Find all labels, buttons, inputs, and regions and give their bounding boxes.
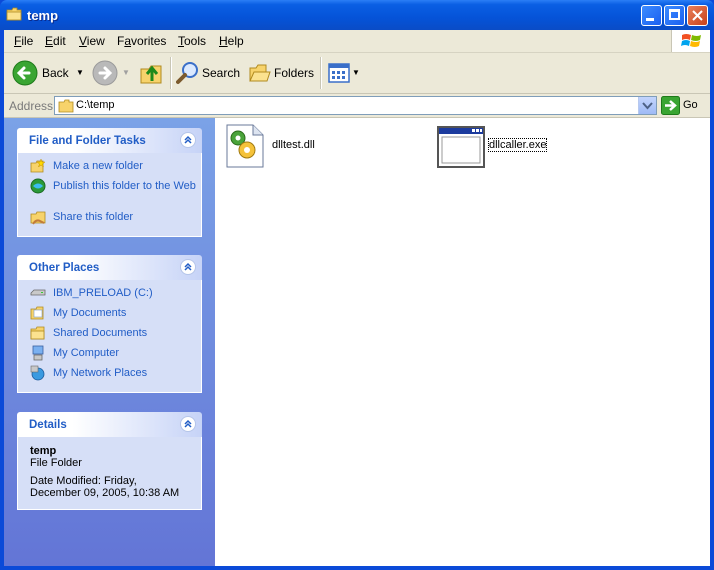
menu-bar: File Edit View Favorites Tools Help xyxy=(4,30,710,53)
file-name: dllcaller.exe xyxy=(487,138,548,152)
windows-flag-icon xyxy=(681,34,701,47)
toolbar-separator xyxy=(170,57,172,89)
chevron-up-icon xyxy=(184,135,192,144)
back-dropdown-icon[interactable]: ▼ xyxy=(76,68,84,77)
maximize-icon xyxy=(669,9,680,20)
search-label: Search xyxy=(202,66,241,80)
details-panel: Details temp File Folder Date Modified: … xyxy=(17,412,202,510)
minimize-button[interactable] xyxy=(641,5,662,26)
title-bar[interactable]: temp xyxy=(0,0,714,30)
go-button[interactable]: Go xyxy=(661,96,706,115)
explorer-window: temp File Edit View Favorites Tools Help xyxy=(0,0,714,570)
panel-body: Make a new folder Publish this folder to… xyxy=(17,153,202,237)
address-label: Address xyxy=(9,99,54,113)
other-places-panel: Other Places IBM_PRELOAD (C:) My Documen… xyxy=(17,255,202,393)
menu-favorites[interactable]: Favorites xyxy=(117,34,166,48)
my-documents-icon xyxy=(30,306,44,320)
exe-file-icon xyxy=(437,126,485,168)
file-list[interactable]: dlltest.dll dllcaller.exe xyxy=(215,118,710,566)
place-my-computer[interactable]: My Computer xyxy=(18,345,201,366)
close-icon xyxy=(692,10,703,21)
menu-tools[interactable]: Tools xyxy=(178,34,206,48)
forward-dropdown-icon[interactable]: ▼ xyxy=(122,68,130,77)
window-border xyxy=(710,30,714,570)
panel-body: IBM_PRELOAD (C:) My Documents Shared Doc… xyxy=(17,280,202,393)
chevron-down-icon xyxy=(642,102,653,110)
panel-header[interactable]: Other Places xyxy=(17,255,202,280)
chevron-up-icon xyxy=(184,262,192,271)
menu-file[interactable]: File xyxy=(14,34,33,48)
task-pane: File and Folder Tasks Make a new folder … xyxy=(4,118,215,566)
address-value: C:\temp xyxy=(76,99,115,111)
file-folder-tasks-panel: File and Folder Tasks Make a new folder … xyxy=(17,128,202,237)
close-button[interactable] xyxy=(687,5,708,26)
up-button[interactable] xyxy=(138,59,166,87)
details-modified: Date Modified: Friday, December 09, 2005… xyxy=(30,475,180,499)
folders-button[interactable]: Folders xyxy=(246,59,316,87)
window-border xyxy=(0,30,4,570)
publish-web-icon xyxy=(30,178,46,194)
panel-body: temp File Folder Date Modified: Friday, … xyxy=(17,437,202,510)
place-my-network-places[interactable]: My Network Places xyxy=(18,365,201,386)
forward-button[interactable]: ▼ xyxy=(90,59,134,87)
search-icon xyxy=(176,62,198,84)
file-item[interactable]: dlltest.dll xyxy=(225,124,315,171)
back-label: Back xyxy=(42,66,69,80)
window-border xyxy=(0,566,714,570)
toolbar-separator xyxy=(320,57,322,89)
address-dropdown-button[interactable] xyxy=(638,97,656,114)
place-my-documents[interactable]: My Documents xyxy=(18,306,201,326)
menu-edit[interactable]: Edit xyxy=(45,34,66,48)
details-name: temp xyxy=(30,445,57,457)
windows-logo xyxy=(671,30,710,52)
place-shared-documents[interactable]: Shared Documents xyxy=(18,326,201,346)
chevron-up-icon xyxy=(184,419,192,428)
views-button[interactable]: ▼ xyxy=(326,59,362,87)
file-item[interactable]: dllcaller.exe xyxy=(437,126,548,171)
folders-label: Folders xyxy=(274,66,315,80)
maximize-button[interactable] xyxy=(664,5,685,26)
folders-icon xyxy=(249,64,271,82)
go-label: Go xyxy=(683,99,698,111)
standard-toolbar: Back ▼ ▼ Search Folders ▼ xyxy=(4,53,710,94)
task-make-new-folder[interactable]: Make a new folder xyxy=(18,158,201,179)
file-name: dlltest.dll xyxy=(272,139,315,151)
my-computer-icon xyxy=(32,345,44,361)
collapse-button[interactable] xyxy=(180,416,196,432)
folder-icon xyxy=(6,7,22,21)
views-icon xyxy=(328,63,350,83)
minimize-icon xyxy=(646,18,654,21)
new-folder-icon xyxy=(30,158,46,173)
search-button[interactable]: Search xyxy=(174,59,240,87)
views-dropdown-icon[interactable]: ▼ xyxy=(352,68,360,77)
menu-view[interactable]: View xyxy=(79,34,105,48)
collapse-button[interactable] xyxy=(180,132,196,148)
drive-icon xyxy=(30,289,46,296)
panel-header[interactable]: Details xyxy=(17,412,202,437)
place-ibm-preload-drive[interactable]: IBM_PRELOAD (C:) xyxy=(18,286,201,306)
dll-file-icon xyxy=(226,124,264,168)
panel-header[interactable]: File and Folder Tasks xyxy=(17,128,202,153)
window-title: temp xyxy=(27,8,59,23)
address-bar: Address C:\temp Go xyxy=(4,94,710,118)
task-share-folder[interactable]: Share this folder xyxy=(18,210,201,230)
back-arrow-icon xyxy=(12,60,38,86)
go-arrow-icon xyxy=(661,96,680,115)
folder-up-icon xyxy=(140,65,162,84)
forward-arrow-icon xyxy=(92,60,118,86)
task-publish-folder-web[interactable]: Publish this folder to the Web xyxy=(18,178,201,210)
folder-icon xyxy=(30,326,45,340)
folder-icon xyxy=(58,99,74,113)
panel-title: Details xyxy=(29,419,67,431)
panel-title: File and Folder Tasks xyxy=(29,135,146,147)
back-button[interactable]: Back ▼ xyxy=(10,59,86,87)
details-type: File Folder xyxy=(30,457,82,469)
panel-title: Other Places xyxy=(29,262,100,274)
menu-help[interactable]: Help xyxy=(219,34,244,48)
address-input[interactable]: C:\temp xyxy=(54,96,657,115)
network-places-icon xyxy=(30,365,45,381)
share-folder-icon xyxy=(30,211,46,225)
collapse-button[interactable] xyxy=(180,259,196,275)
